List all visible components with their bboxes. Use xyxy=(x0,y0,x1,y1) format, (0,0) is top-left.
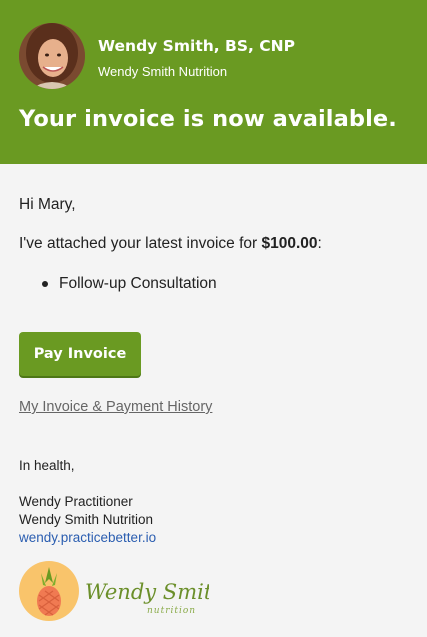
pay-invoice-button[interactable]: Pay Invoice xyxy=(19,332,141,376)
item-label: Follow-up Consultation xyxy=(59,275,217,292)
invoice-items-list: Follow-up Consultation xyxy=(19,266,217,302)
avatar-portrait-icon xyxy=(19,23,85,89)
signature-organization: Wendy Smith Nutrition xyxy=(19,512,154,527)
intro-prefix: I've attached your latest invoice for xyxy=(19,235,262,252)
logo-sub-text: nutrition xyxy=(147,606,196,616)
bullet-icon xyxy=(42,281,48,287)
intro-suffix: : xyxy=(317,235,322,252)
invoice-headline: Your invoice is now available. xyxy=(19,106,397,132)
sender-organization: Wendy Smith Nutrition xyxy=(98,64,228,79)
sender-name: Wendy Smith, BS, CNP xyxy=(98,37,296,55)
invoice-amount: $100.00 xyxy=(261,235,318,252)
brand-logo: Wendy Smith nutrition xyxy=(19,561,226,623)
practice-url-link[interactable]: wendy.practicebetter.io xyxy=(19,530,156,545)
signoff-text: In health, xyxy=(19,458,75,473)
invoice-history-link[interactable]: My Invoice & Payment History xyxy=(19,399,212,415)
logo-script-text: Wendy Smith xyxy=(85,580,209,604)
invoice-intro: I've attached your latest invoice for $1… xyxy=(19,235,322,253)
pineapple-logo-icon: Wendy Smith nutrition xyxy=(19,561,226,621)
greeting-text: Hi Mary, xyxy=(19,196,76,213)
signature-name: Wendy Practitioner xyxy=(19,494,133,509)
list-item: Follow-up Consultation xyxy=(19,266,217,302)
sender-avatar xyxy=(19,23,85,89)
email-header: Wendy Smith, BS, CNP Wendy Smith Nutriti… xyxy=(0,0,427,164)
